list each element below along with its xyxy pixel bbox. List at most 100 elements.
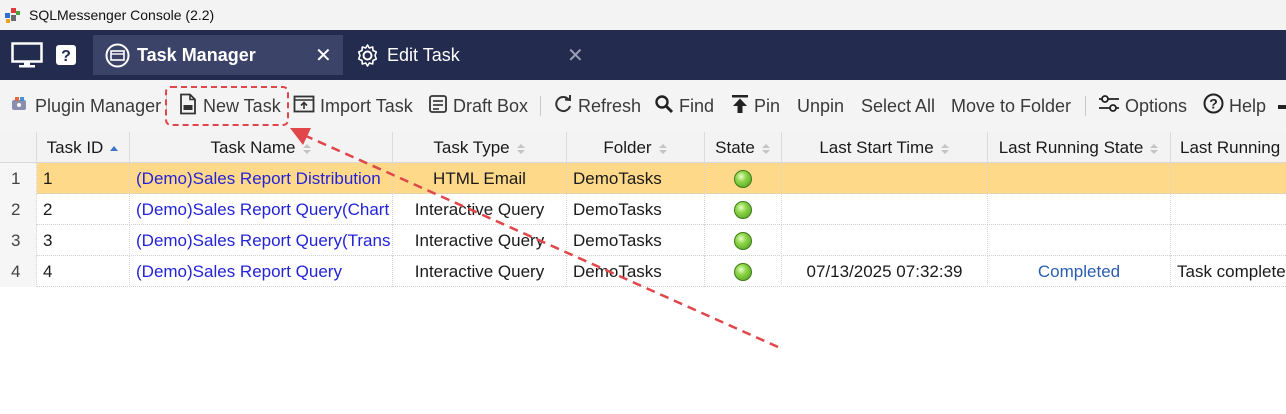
refresh-icon xyxy=(553,94,573,119)
find-button[interactable]: Find xyxy=(654,94,714,118)
task-id-cell: 3 xyxy=(37,225,130,256)
task-type-cell: HTML Email xyxy=(393,163,567,194)
state-cell xyxy=(705,194,782,225)
window-title: SQLMessenger Console (2.2) xyxy=(29,7,215,23)
move-to-folder-button[interactable]: Move to Folder xyxy=(951,94,1071,118)
plugin-manager-label: Plugin Manager xyxy=(35,95,162,116)
table-row[interactable]: 2 2 (Demo)Sales Report Query(Chart Inter… xyxy=(0,194,1286,225)
table-header: Task ID Task Name Task Type Folder State xyxy=(0,132,1286,163)
last-start-time-cell xyxy=(782,225,988,256)
row-number: 4 xyxy=(0,256,37,287)
column-header-task-type[interactable]: Task Type xyxy=(393,132,567,163)
sort-icon xyxy=(302,141,312,155)
help-label: Help xyxy=(1229,95,1267,116)
gear-icon xyxy=(355,43,380,68)
move-to-folder-label: Move to Folder xyxy=(951,95,1072,116)
find-label: Find xyxy=(679,95,715,116)
last-running-state-cell: Completed xyxy=(988,256,1171,287)
state-cell xyxy=(705,163,782,194)
column-header-label: State xyxy=(715,137,755,157)
toolbar-separator xyxy=(540,96,541,116)
close-icon[interactable]: ✕ xyxy=(567,43,584,68)
sort-icon xyxy=(761,141,771,155)
pin-button[interactable]: Pin xyxy=(731,94,780,118)
unpin-label: Unpin xyxy=(797,95,845,116)
title-bar: SQLMessenger Console (2.2) xyxy=(0,0,1286,30)
refresh-button[interactable]: Refresh xyxy=(553,94,641,118)
search-icon xyxy=(654,94,674,119)
unpin-button[interactable]: Unpin xyxy=(797,94,844,118)
column-header-label: Task Type xyxy=(433,137,510,157)
column-header-label: Last Running xyxy=(1180,137,1281,157)
row-number: 3 xyxy=(0,225,37,256)
task-type-cell: Interactive Query xyxy=(393,225,567,256)
select-all-button[interactable]: Select All xyxy=(861,94,935,118)
draft-box-icon xyxy=(428,94,448,119)
tab-task-manager[interactable]: Task Manager ✕ xyxy=(93,35,343,75)
sort-icon xyxy=(516,141,526,155)
folder-cell: DemoTasks xyxy=(567,225,705,256)
svg-text:?: ? xyxy=(1209,96,1218,112)
task-name-link[interactable]: (Demo)Sales Report Distribution xyxy=(130,163,393,194)
last-running-cell xyxy=(1171,225,1286,256)
folder-cell: DemoTasks xyxy=(567,163,705,194)
column-header-label: Task ID xyxy=(46,137,104,157)
help-circle-icon: ? xyxy=(1203,93,1224,119)
task-name-link[interactable]: (Demo)Sales Report Query(Trans xyxy=(130,225,393,256)
task-manager-icon xyxy=(105,43,130,68)
last-start-time-cell xyxy=(782,194,988,225)
table-row[interactable]: 3 3 (Demo)Sales Report Query(Trans Inter… xyxy=(0,225,1286,256)
column-header-folder[interactable]: Folder xyxy=(567,132,705,163)
plugin-manager-button[interactable]: Plugin Manager xyxy=(10,94,161,118)
state-green-icon xyxy=(734,262,752,281)
sort-icon xyxy=(1149,141,1159,155)
state-cell xyxy=(705,225,782,256)
help-icon[interactable]: ? xyxy=(55,40,77,70)
close-icon[interactable]: ✕ xyxy=(315,43,332,68)
tab-label: Edit Task xyxy=(387,45,460,65)
help-button[interactable]: ? Help xyxy=(1203,93,1267,119)
last-running-cell: Task complete xyxy=(1177,261,1286,281)
tab-edit-task[interactable]: Edit Task ✕ xyxy=(343,35,593,75)
column-header-last-start-time[interactable]: Last Start Time xyxy=(782,132,988,163)
last-running-cell xyxy=(1171,163,1286,194)
last-running-state-cell xyxy=(988,225,1171,256)
state-green-icon xyxy=(734,200,752,219)
row-number-header xyxy=(0,132,37,163)
last-running-state-cell xyxy=(988,194,1171,225)
column-header-state[interactable]: State xyxy=(705,132,782,163)
tab-label: Task Manager xyxy=(137,45,256,65)
draft-box-button[interactable]: Draft Box xyxy=(428,94,528,118)
column-header-task-id[interactable]: Task ID xyxy=(37,132,130,163)
import-task-button[interactable]: Import Task xyxy=(293,94,413,118)
table-row[interactable]: 4 4 (Demo)Sales Report Query Interactive… xyxy=(0,256,1286,287)
column-header-last-running-state[interactable]: Last Running State xyxy=(988,132,1171,163)
last-start-time-cell xyxy=(782,163,988,194)
sort-icon xyxy=(658,141,668,155)
task-id-cell: 4 xyxy=(37,256,130,287)
folder-cell: DemoTasks xyxy=(567,194,705,225)
monitor-icon[interactable] xyxy=(10,40,44,70)
task-id-cell: 2 xyxy=(37,194,130,225)
select-all-label: Select All xyxy=(861,95,936,116)
folder-cell: DemoTasks xyxy=(567,256,705,287)
column-header-label: Folder xyxy=(603,137,652,157)
more-button[interactable] xyxy=(1278,94,1286,118)
table-row[interactable]: 1 1 (Demo)Sales Report Distribution HTML… xyxy=(0,163,1286,194)
last-start-time-cell: 07/13/2025 07:32:39 xyxy=(782,256,988,287)
import-icon xyxy=(293,94,315,119)
column-header-last-running[interactable]: Last Running xyxy=(1171,132,1286,163)
options-button[interactable]: Options xyxy=(1098,94,1187,118)
column-header-task-name[interactable]: Task Name xyxy=(130,132,393,163)
app-logo-icon xyxy=(3,5,23,25)
tab-bar: ? Task Manager ✕ Edit Task ✕ xyxy=(0,30,1286,80)
draft-box-label: Draft Box xyxy=(453,95,529,116)
last-running-cell xyxy=(1171,194,1286,225)
state-green-icon xyxy=(734,231,752,250)
task-name-link[interactable]: (Demo)Sales Report Query(Chart xyxy=(130,194,393,225)
plugin-icon xyxy=(10,94,30,119)
task-type-cell: Interactive Query xyxy=(393,194,567,225)
column-header-label: Last Start Time xyxy=(819,137,934,157)
task-name-link[interactable]: (Demo)Sales Report Query xyxy=(130,256,393,287)
row-number: 1 xyxy=(0,163,37,194)
